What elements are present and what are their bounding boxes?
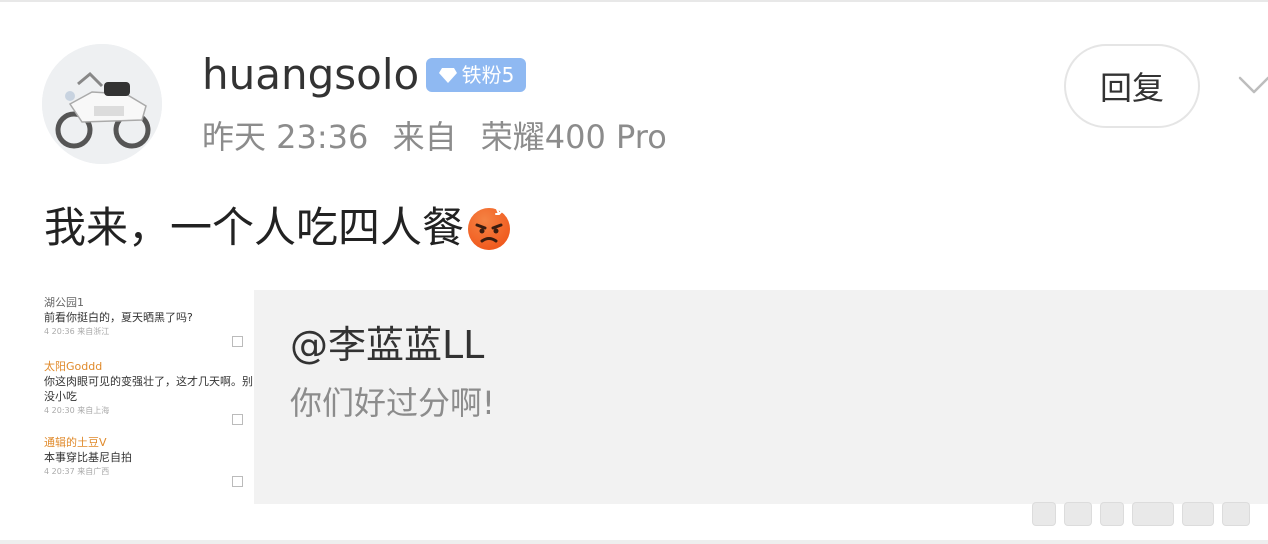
watermark-glyph <box>1132 502 1174 526</box>
post-content: 我来，一个人吃四人餐 <box>44 200 512 256</box>
watermark-glyph <box>1100 502 1124 526</box>
angry-face-icon <box>468 208 511 250</box>
quoted-post-card[interactable]: 湖公园1 前看你挺白的，夏天晒黑了吗? 4 20:36 来自浙江 太阳Goddd… <box>44 290 1268 504</box>
device-link[interactable]: 荣耀400 Pro <box>481 118 667 156</box>
reply-button[interactable]: 回复 <box>1064 44 1200 128</box>
quoted-image-thumbnail[interactable]: 湖公园1 前看你挺白的，夏天晒黑了吗? 4 20:36 来自浙江 太阳Goddd… <box>44 290 254 504</box>
post-text: 我来，一个人吃四人餐 <box>44 203 465 252</box>
thumb-comment-meta: 4 20:30 来自上海 <box>44 406 110 415</box>
watermark-logo <box>1032 500 1258 528</box>
quoted-user-mention[interactable]: @李蓝蓝LL <box>290 322 484 368</box>
top-divider <box>0 0 1268 2</box>
thumb-comment-text: 你这肉眼可见的变强壮了，这才几天啊。别 <box>44 375 253 388</box>
chevron-down-icon[interactable] <box>1236 68 1268 104</box>
watermark-glyph <box>1182 502 1214 526</box>
edit-icon <box>232 336 243 347</box>
post-time: 昨天 23:36 <box>202 118 369 156</box>
quoted-text: 你们好过分啊! <box>290 384 495 422</box>
thumb-comment-text: 本事穿比基尼自拍 <box>44 451 132 464</box>
thumb-comment-meta: 4 20:36 来自浙江 <box>44 327 110 336</box>
bottom-divider <box>0 540 1268 544</box>
thumb-comment-name: 湖公园1 <box>44 296 84 309</box>
watermark-glyph <box>1064 502 1092 526</box>
watermark-glyph <box>1032 502 1056 526</box>
badge-label: 铁粉5 <box>461 63 515 87</box>
thumb-comment: 湖公园1 前看你挺白的，夏天晒黑了吗? 4 20:36 来自浙江 <box>44 296 244 339</box>
edit-icon <box>232 414 243 425</box>
thumb-comment-meta: 4 20:37 来自广西 <box>44 467 110 476</box>
thumb-comment-text: 前看你挺白的，夏天晒黑了吗? <box>44 311 193 324</box>
fan-level-badge[interactable]: 铁粉5 <box>426 58 526 92</box>
motorcycle-avatar-image <box>42 44 162 164</box>
watermark-glyph <box>1222 502 1250 526</box>
thumb-comment: 通辑的土豆V 本事穿比基尼自拍 4 20:37 来自广西 <box>44 436 244 479</box>
thumb-comment-text: 没小吃 <box>44 390 77 403</box>
thumb-comment: 太阳Goddd 你这肉眼可见的变强壮了，这才几天啊。别 没小吃 4 20:30 … <box>44 360 253 418</box>
from-prefix: 来自 <box>392 118 457 156</box>
avatar[interactable] <box>42 44 162 164</box>
thumb-comment-name: 太阳Goddd <box>44 360 103 373</box>
thumb-comment-name: 通辑的土豆V <box>44 436 107 449</box>
diamond-icon <box>438 68 457 83</box>
post-meta: 昨天 23:36 来自 荣耀400 Pro <box>202 114 667 160</box>
username[interactable]: huangsolo <box>202 50 419 100</box>
edit-icon <box>232 476 243 487</box>
